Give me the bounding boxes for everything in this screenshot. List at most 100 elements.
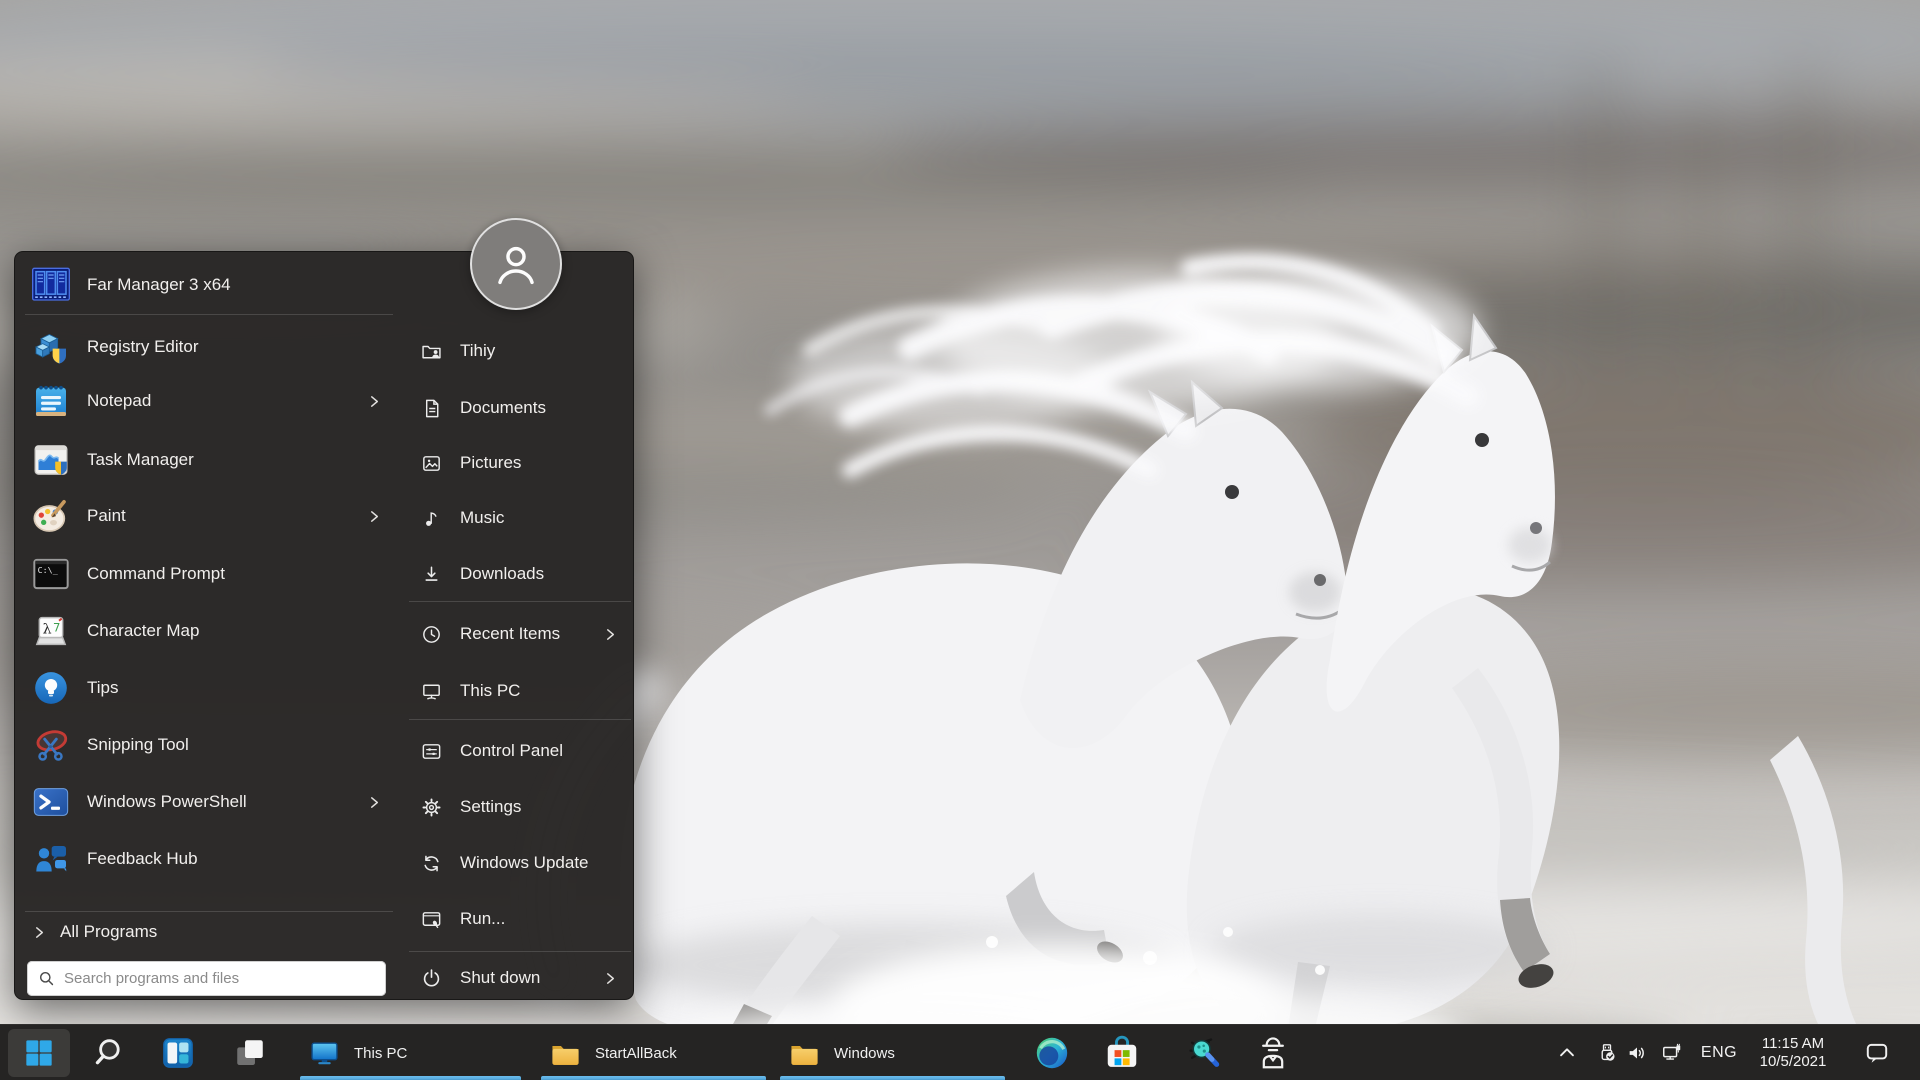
item-label: Notepad <box>87 391 152 410</box>
start-menu-item-run[interactable]: Run... <box>409 895 629 943</box>
menu-divider <box>409 951 631 952</box>
document-icon <box>418 395 444 421</box>
taskbar-pinned-microsoft-store[interactable] <box>1100 1031 1144 1075</box>
taskbar-button-startallback[interactable]: StartAllBack <box>540 1025 767 1080</box>
start-menu-item-recent-items[interactable]: Recent Items <box>409 610 629 658</box>
chevron-right-icon <box>35 926 44 938</box>
notification-center-button[interactable] <box>1862 1039 1892 1067</box>
usb-icon <box>1596 1042 1618 1064</box>
item-label: Shut down <box>460 968 541 987</box>
paint-icon <box>29 494 73 538</box>
start-menu-search <box>27 961 386 996</box>
taskbar-task-view-button[interactable] <box>228 1031 272 1075</box>
snipping-tool-icon <box>29 723 73 767</box>
taskbar-search-button[interactable] <box>86 1031 130 1075</box>
registry-editor-icon <box>31 327 71 367</box>
tray-date: 10/5/2021 <box>1759 1053 1827 1070</box>
snipping-tool-icon <box>31 725 71 765</box>
item-label: Run... <box>460 909 506 928</box>
start-menu-item-settings[interactable]: Settings <box>409 783 629 831</box>
start-menu-item-character-map[interactable]: Character Map <box>23 605 395 657</box>
windows-update-icon <box>420 852 443 875</box>
start-menu-item-windows-update[interactable]: Windows Update <box>409 839 629 887</box>
item-label: Pictures <box>460 453 522 472</box>
pictures-icon <box>418 450 444 476</box>
start-menu-item-registry-editor[interactable]: Registry Editor <box>23 321 395 373</box>
taskbar-pinned-spy[interactable] <box>1251 1031 1295 1075</box>
settings-icon <box>420 796 443 819</box>
item-label: Snipping Tool <box>87 735 189 754</box>
user-folder-icon <box>418 338 444 364</box>
start-menu-item-tips[interactable]: Tips <box>23 662 395 714</box>
start-button[interactable] <box>8 1029 70 1077</box>
tb-search-icon <box>91 1036 125 1070</box>
recent-icon <box>420 623 443 646</box>
folder-icon <box>788 1037 821 1070</box>
item-label: Downloads <box>460 564 545 583</box>
user-folder-icon <box>420 340 443 363</box>
start-menu-item-downloads[interactable]: Downloads <box>409 550 629 598</box>
tray-hidden-icons-chevron[interactable] <box>1552 1039 1582 1067</box>
feedback-hub-icon <box>29 837 73 881</box>
run-icon <box>420 908 443 931</box>
recent-icon <box>418 621 444 647</box>
language-indicator[interactable]: ENG <box>1694 1025 1744 1080</box>
search-icon <box>37 969 56 988</box>
shutdown-icon <box>420 967 443 990</box>
powershell-icon <box>31 782 71 822</box>
submenu-chevron-icon <box>368 510 381 523</box>
item-label: Command Prompt <box>87 564 225 583</box>
start-menu-item-this-pc[interactable]: This PC <box>409 667 629 715</box>
settings-icon <box>418 794 444 820</box>
start-menu-item-windows-powershell[interactable]: Windows PowerShell <box>23 776 395 828</box>
taskbar-button-label: Windows <box>834 1044 895 1062</box>
start-menu-item-control-panel[interactable]: Control Panel <box>409 727 629 775</box>
store-icon <box>1103 1034 1141 1072</box>
tray-volume[interactable] <box>1622 1039 1652 1067</box>
tray-network-display[interactable] <box>1657 1039 1687 1067</box>
widgets-icon <box>161 1036 195 1070</box>
folder-icon <box>549 1037 582 1070</box>
item-label: Feedback Hub <box>87 849 198 868</box>
avatar-person-icon <box>490 238 542 290</box>
task-manager-icon <box>31 440 71 480</box>
network-display-icon <box>1661 1042 1683 1064</box>
start-menu-item-paint[interactable]: Paint <box>23 490 395 542</box>
taskbar-pinned-edge[interactable] <box>1030 1031 1074 1075</box>
submenu-chevron-icon <box>604 628 617 641</box>
start-menu-item-music[interactable]: Music <box>409 494 629 542</box>
start-menu-item-documents[interactable]: Documents <box>409 384 629 432</box>
start-menu-item-shut-down[interactable]: Shut down <box>409 954 629 1002</box>
taskbar-button-label: This PC <box>354 1044 408 1062</box>
user-avatar[interactable] <box>470 218 562 310</box>
start-menu-item-pictures[interactable]: Pictures <box>409 439 629 487</box>
control-panel-icon <box>420 740 443 763</box>
feedback-hub-icon <box>31 839 71 879</box>
tray-clock[interactable]: 11:15 AM 10/5/2021 <box>1740 1025 1846 1080</box>
start-menu-item-command-prompt[interactable]: Command Prompt <box>23 548 395 600</box>
all-programs-button[interactable]: All Programs <box>23 910 395 954</box>
taskbar-button-this-pc[interactable]: This PC <box>299 1025 522 1080</box>
volume-icon <box>1626 1042 1648 1064</box>
taskbar-pinned-spybot[interactable] <box>1182 1031 1226 1075</box>
taskbar-widgets-button[interactable] <box>156 1031 200 1075</box>
taskbar-button-windows[interactable]: Windows <box>779 1025 1006 1080</box>
item-label: Windows PowerShell <box>87 792 247 811</box>
this-pc-color-icon <box>308 1037 341 1070</box>
submenu-chevron-icon <box>368 395 381 408</box>
item-label: Tihiy <box>460 341 496 360</box>
this-pc-icon <box>418 678 444 704</box>
search-input[interactable] <box>64 961 386 996</box>
notepad-icon <box>31 381 71 421</box>
tray-usb-safely-remove[interactable] <box>1592 1039 1622 1067</box>
tray-time: 11:15 AM <box>1761 1035 1825 1052</box>
all-programs-label: All Programs <box>60 922 158 941</box>
start-menu-item-feedback-hub[interactable]: Feedback Hub <box>23 833 395 885</box>
submenu-chevron-icon <box>604 972 617 985</box>
start-menu-item-tihiy[interactable]: Tihiy <box>409 327 629 375</box>
start-menu-item-notepad[interactable]: Notepad <box>23 375 395 427</box>
notepad-icon <box>29 379 73 423</box>
start-menu-item-far-manager-3-x64[interactable]: Far Manager 3 x64 <box>23 259 395 311</box>
start-menu-item-snipping-tool[interactable]: Snipping Tool <box>23 719 395 771</box>
start-menu-item-task-manager[interactable]: Task Manager <box>23 434 395 486</box>
